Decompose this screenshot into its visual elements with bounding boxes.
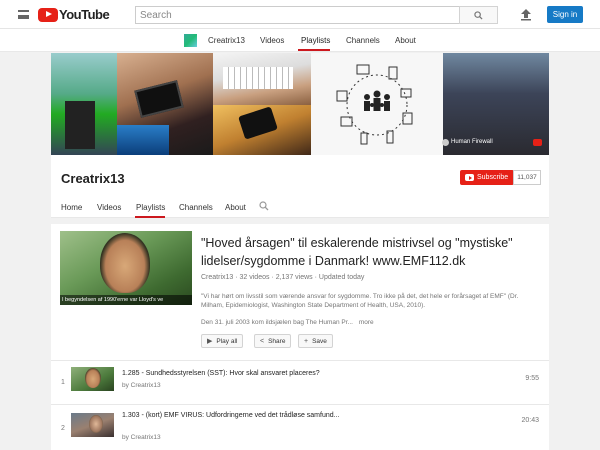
video-index: 1 — [61, 379, 65, 386]
tab-channels[interactable]: Channels — [179, 203, 213, 212]
top-bar: YouTube Search Sign in — [0, 0, 600, 29]
channel-subnav: Creatrix13 Videos Playlists Channels Abo… — [0, 29, 600, 52]
search-input[interactable]: Search — [135, 6, 460, 24]
play-all-label: Play all — [216, 337, 238, 345]
playlist-description-more: Den 31. juli 2003 kom ildsjælen bag The … — [201, 319, 374, 326]
subscribe-button[interactable]: Subscribe — [460, 170, 514, 185]
channel-search-icon[interactable] — [259, 201, 269, 211]
youtube-play-icon — [38, 7, 58, 22]
play-all-button[interactable]: ▶ Play all — [201, 334, 244, 348]
video-duration: 20:43 — [521, 417, 539, 424]
subnav-tab-videos[interactable]: Videos — [260, 36, 284, 45]
logo-text: YouTube — [59, 7, 110, 22]
playlist-description: "Vi har hørt om livsstil som værende ans… — [201, 293, 519, 309]
subnav-tab-channels[interactable]: Channels — [346, 36, 380, 45]
banner-tile-smartphone — [213, 105, 311, 155]
upload-icon[interactable] — [520, 8, 532, 21]
subnav-tab-playlists[interactable]: Playlists — [301, 36, 330, 45]
save-button[interactable]: + Save — [298, 334, 333, 348]
video-title[interactable]: 1.285 - Sundhedsstyrelsen (SST): Hvor sk… — [122, 369, 362, 378]
playlist-video-row[interactable]: 2 1.303 - (kort) EMF VIRUS: Udfordringer… — [51, 404, 549, 450]
search-button[interactable] — [459, 6, 498, 24]
playlist-header: I begyndelsen af 1990'erne var Lloyd's v… — [51, 224, 549, 360]
channel-tabs: Home Videos Playlists Channels About — [51, 195, 549, 218]
channel-banner: Human Firewall — [51, 53, 549, 155]
share-button[interactable]: < Share — [254, 334, 292, 348]
playlist-thumbnail[interactable]: I begyndelsen af 1990'erne var Lloyd's v… — [60, 231, 192, 305]
video-duration: 9:55 — [525, 375, 539, 382]
banner-tile-phone-hands — [117, 53, 213, 155]
active-tab-underline — [298, 49, 330, 51]
video-thumbnail[interactable] — [71, 367, 114, 391]
save-label: Save — [312, 337, 327, 345]
playlist-meta: Creatrix13 · 32 videos · 2,137 views · U… — [201, 274, 365, 281]
subnav-tab-about[interactable]: About — [395, 36, 416, 45]
banner-tile-keyboard — [213, 53, 311, 105]
subnav-channel-name[interactable]: Creatrix13 — [208, 36, 245, 45]
banner-link-label[interactable]: Human Firewall — [451, 139, 493, 145]
video-thumbnail[interactable] — [71, 413, 114, 437]
thumbnail-caption: I begyndelsen af 1990'erne var Lloyd's v… — [60, 295, 192, 305]
magnifier-icon — [474, 10, 483, 20]
channel-title: Creatrix13 — [61, 171, 125, 186]
active-tab-underline — [135, 216, 165, 218]
tab-videos[interactable]: Videos — [97, 203, 121, 212]
hamburger-menu-icon[interactable] — [18, 10, 29, 19]
plus-icon: + — [304, 337, 309, 345]
share-label: Share — [268, 337, 286, 345]
youtube-logo[interactable]: YouTube — [38, 7, 110, 22]
thumbnail-face-image — [100, 233, 150, 293]
share-icon: < — [260, 337, 265, 345]
video-index: 2 — [61, 425, 65, 432]
sign-in-button[interactable]: Sign in — [547, 6, 583, 23]
banner-tile-network-diagram — [311, 53, 443, 155]
video-author[interactable]: by Creatrix13 — [122, 434, 161, 441]
video-author[interactable]: by Creatrix13 — [122, 382, 161, 389]
video-title[interactable]: 1.303 - (kort) EMF VIRUS: Udfordringerne… — [122, 411, 352, 420]
subscriber-count: 11,037 — [513, 170, 541, 185]
tab-playlists[interactable]: Playlists — [136, 203, 165, 212]
globe-icon — [442, 139, 449, 146]
more-link[interactable]: more — [359, 319, 374, 326]
banner-tile-tower — [51, 53, 117, 155]
playlist-description-line: Den 31. juli 2003 kom ildsjælen bag The … — [201, 319, 353, 326]
playlist-video-row[interactable]: 1 1.285 - Sundhedsstyrelsen (SST): Hvor … — [51, 360, 549, 404]
wireless-network-icon — [336, 64, 413, 145]
subscribe-label: Subscribe — [477, 174, 509, 181]
channel-avatar[interactable] — [184, 34, 197, 47]
play-icon: ▶ — [207, 338, 213, 345]
youtube-link-icon[interactable] — [533, 139, 542, 146]
youtube-mini-icon — [465, 174, 474, 181]
tab-about[interactable]: About — [225, 203, 246, 212]
channel-header-card: Human Firewall Creatrix13 Subscribe 11,0… — [51, 53, 549, 218]
tab-home[interactable]: Home — [61, 203, 82, 212]
playlist-title[interactable]: "Hoved årsagen" til eskalerende mistrivs… — [201, 234, 541, 270]
